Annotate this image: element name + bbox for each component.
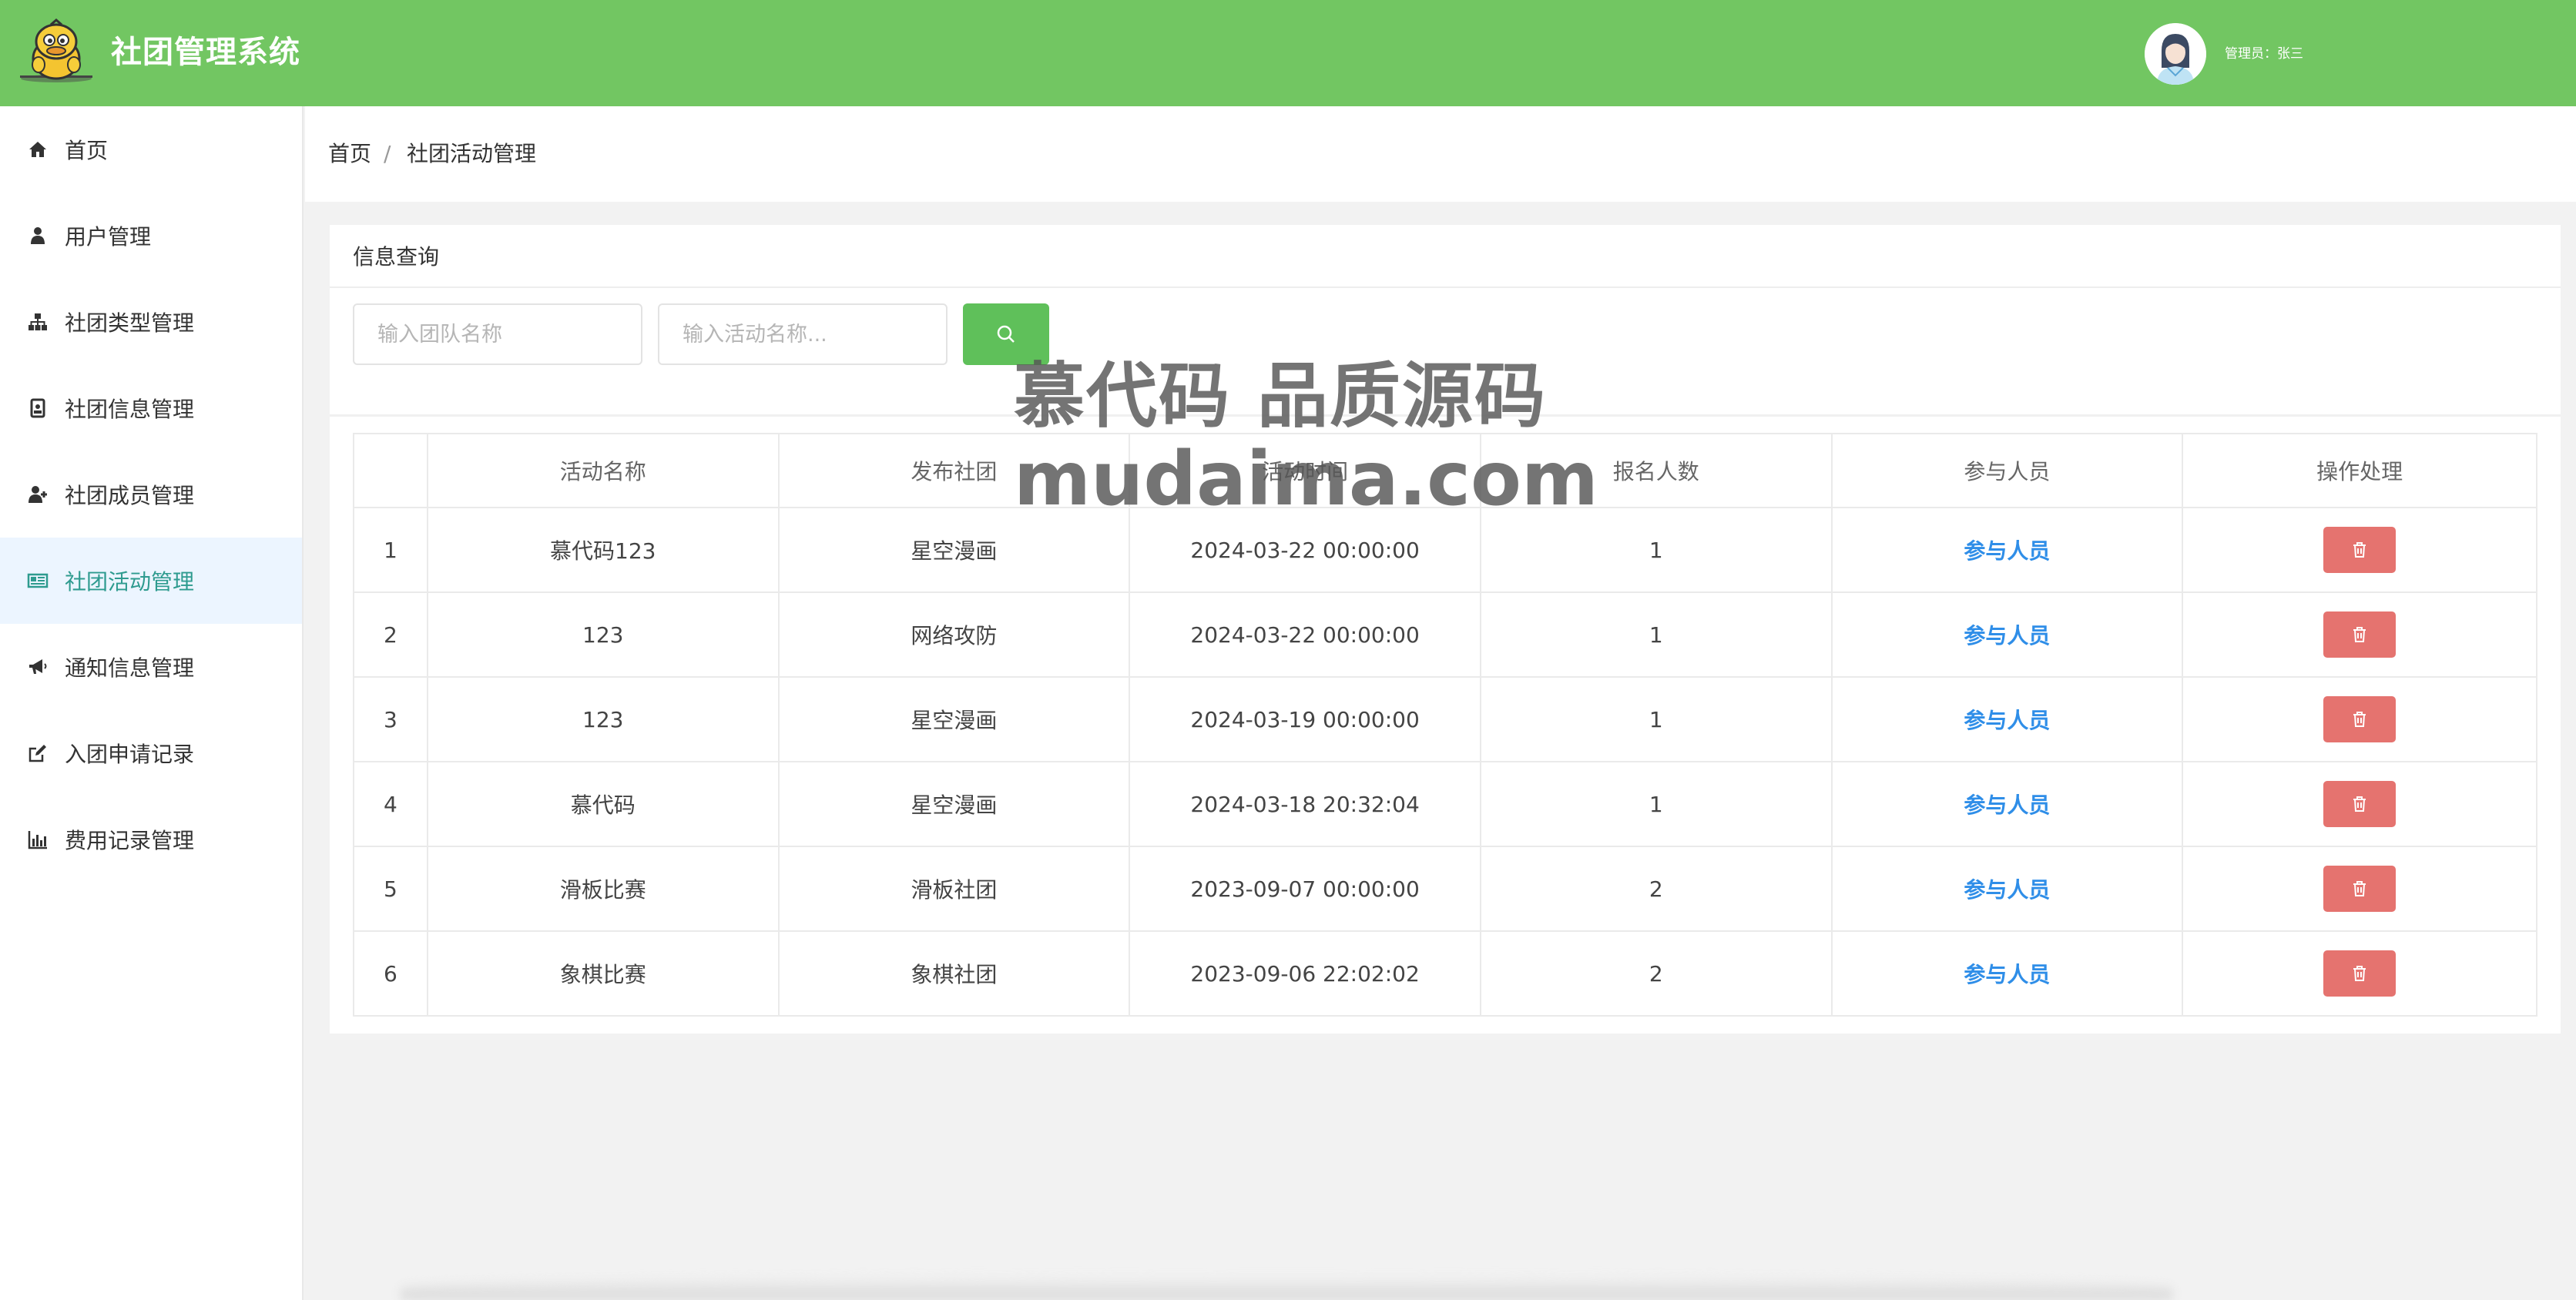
trash-icon [2353,712,2366,727]
bullhorn-icon [26,655,49,678]
breadcrumb-separator: / [384,141,391,166]
user-label: 管理员：张三 [2225,46,2303,62]
watermark-url: mudaima.com [1014,436,1598,522]
participants-link[interactable]: 参与人员 [1964,792,2050,818]
participants-link[interactable]: 参与人员 [1964,623,2050,648]
activity-name: 123 [426,591,780,678]
newspaper-icon [26,569,49,592]
trash-icon [2353,796,2366,812]
sidebar-item-label: 费用记录管理 [65,828,195,853]
watermark-text: 慕代码 品质源码 [1014,355,1548,437]
activity-time: 2024-03-22 00:00:00 [1129,591,1481,678]
signup-count: 2 [1479,930,1833,1017]
activity-name: 慕代码123 [426,507,780,593]
table-row: 4 慕代码 星空漫画 2024-03-18 20:32:04 1 参与人员 [353,761,2537,847]
delete-button[interactable] [2323,696,2397,742]
id-card-icon [26,397,49,420]
club-name: 星空漫画 [777,676,1131,762]
activity-name: 123 [426,676,780,762]
row-index: 6 [353,930,428,1017]
app-title: 社团管理系统 [111,35,300,70]
delete-button[interactable] [2323,611,2397,658]
sidebar-item-label: 社团成员管理 [65,483,195,508]
club-name: 星空漫画 [777,761,1131,847]
table-row: 2 123 网络攻防 2024-03-22 00:00:00 1 参与人员 [353,591,2537,678]
sidebar-item-label: 首页 [65,138,109,163]
user-avatar-icon [2145,23,2206,85]
divider [330,286,2561,288]
sidebar-item-label: 社团信息管理 [65,397,195,422]
user-plus-icon [26,483,49,506]
sidebar-item-club-activities[interactable]: 社团活动管理 [0,538,302,624]
sitemap-icon [26,310,49,333]
sidebar-item-label: 入团申请记录 [65,742,195,767]
club-name: 网络攻防 [777,591,1131,678]
column-header [353,433,428,508]
signup-count: 1 [1479,676,1833,762]
row-index: 4 [353,761,428,847]
sidebar-item-label: 社团活动管理 [65,569,195,595]
column-header: 操作处理 [2182,433,2537,508]
sidebar-item-notifications[interactable]: 通知信息管理 [0,624,302,710]
participants-link[interactable]: 参与人员 [1964,538,2050,564]
trash-icon [2353,966,2366,981]
card-title: 信息查询 [353,244,440,270]
sidebar-item-club-types[interactable]: 社团类型管理 [0,279,302,365]
signup-count: 1 [1479,591,1833,678]
sidebar-item-applications[interactable]: 入团申请记录 [0,710,302,796]
row-index: 3 [353,676,428,762]
bottom-shadow [401,1275,2172,1300]
bar-chart-icon [26,828,49,851]
column-header: 参与人员 [1830,433,2184,508]
trash-icon [2353,627,2366,642]
delete-button[interactable] [2323,781,2397,827]
row-index: 1 [353,507,428,593]
breadcrumb-current: 社团活动管理 [407,141,537,166]
participants-link[interactable]: 参与人员 [1964,962,2050,987]
table-row: 5 滑板比赛 滑板社团 2023-09-07 00:00:00 2 参与人员 [353,846,2537,932]
home-icon [26,138,49,161]
sidebar-item-club-info[interactable]: 社团信息管理 [0,365,302,451]
row-index: 2 [353,591,428,678]
signup-count: 2 [1479,846,1833,932]
club-name: 滑板社团 [777,846,1131,932]
edit-icon [26,742,49,765]
row-index: 5 [353,846,428,932]
activity-name: 象棋比赛 [426,930,780,1017]
sidebar-item-home[interactable]: 首页 [0,106,302,193]
participants-link[interactable]: 参与人员 [1964,708,2050,733]
sidebar-item-label: 用户管理 [65,224,152,250]
club-name: 象棋社团 [777,930,1131,1017]
activity-name: 滑板比赛 [426,846,780,932]
column-header: 活动名称 [426,433,780,508]
activity-time: 2024-03-19 00:00:00 [1129,676,1481,762]
activity-time: 2023-09-07 00:00:00 [1129,846,1481,932]
trash-icon [2353,881,2366,896]
activity-time: 2024-03-18 20:32:04 [1129,761,1481,847]
sidebar-item-fees[interactable]: 费用记录管理 [0,796,302,883]
signup-count: 1 [1479,761,1833,847]
avatar[interactable] [2145,23,2206,85]
user-icon [26,224,49,247]
breadcrumb-home[interactable]: 首页 [328,140,371,168]
sidebar: 首页 用户管理 社团类型管理 社团信息管理 社团成员管理 社团活动管理 通知信息… [0,106,304,1300]
team-name-input[interactable] [353,303,642,365]
sidebar-item-label: 社团类型管理 [65,310,195,336]
delete-button[interactable] [2323,866,2397,912]
table-row: 3 123 星空漫画 2024-03-19 00:00:00 1 参与人员 [353,676,2537,762]
activity-name-input[interactable] [658,303,948,365]
logo-icon [20,18,92,83]
sidebar-item-club-members[interactable]: 社团成员管理 [0,451,302,538]
top-header: 社团管理系统 管理员：张三 [0,0,2576,106]
sidebar-item-users[interactable]: 用户管理 [0,193,302,279]
sidebar-item-label: 通知信息管理 [65,655,195,681]
activity-name: 慕代码 [426,761,780,847]
table-row: 6 象棋比赛 象棋社团 2023-09-06 22:02:02 2 参与人员 [353,930,2537,1017]
breadcrumb: 首页 / 社团活动管理 [305,106,2576,202]
delete-button[interactable] [2323,527,2397,573]
trash-icon [2353,542,2366,558]
participants-link[interactable]: 参与人员 [1964,877,2050,903]
activity-time: 2023-09-06 22:02:02 [1129,930,1481,1017]
delete-button[interactable] [2323,950,2397,997]
